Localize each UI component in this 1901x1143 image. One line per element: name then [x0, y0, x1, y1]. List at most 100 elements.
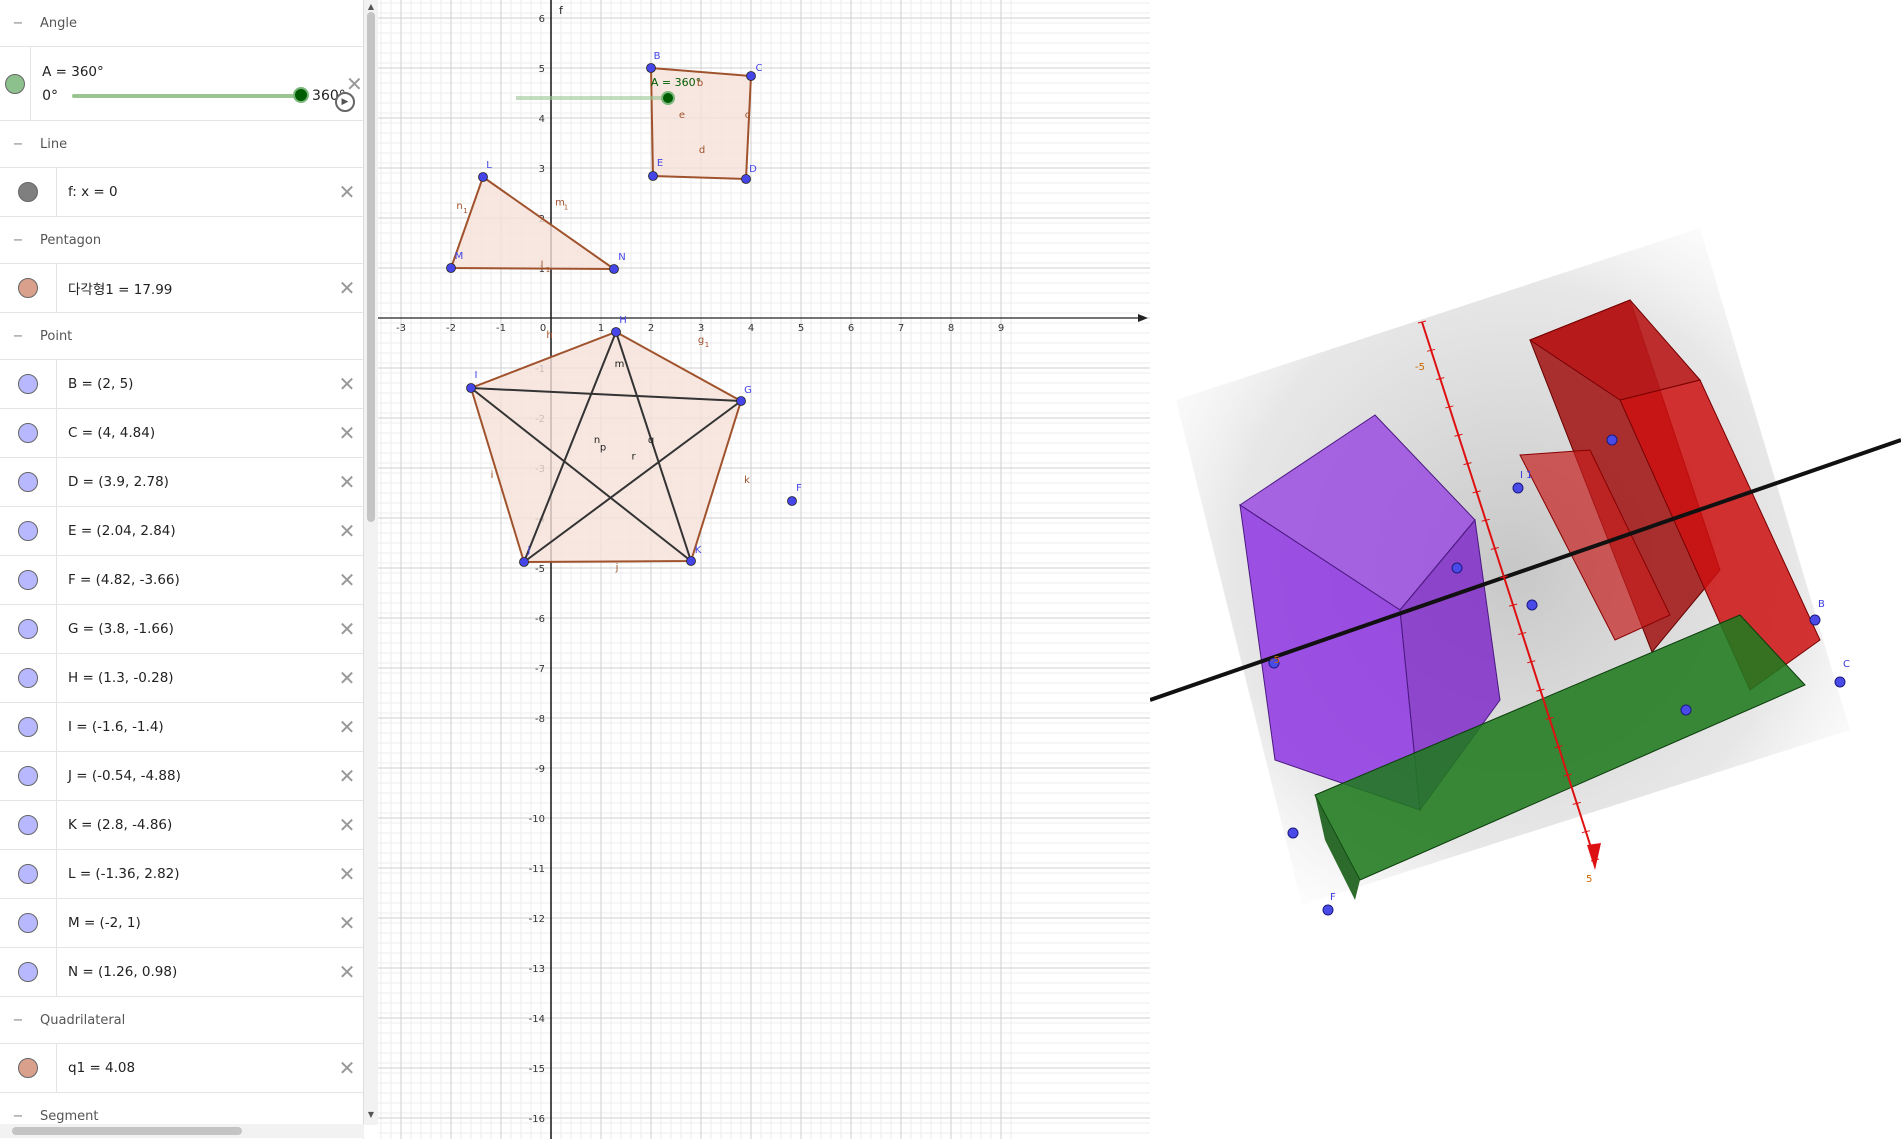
visibility-cell[interactable] — [0, 850, 57, 898]
point-L[interactable] — [478, 172, 488, 182]
algebra-item-text[interactable]: K = (2.8, -4.86) — [68, 817, 331, 833]
algebra-item[interactable]: B = (2, 5) ✕ — [0, 360, 363, 409]
delete-icon[interactable]: ✕ — [331, 1044, 363, 1092]
visibility-cell[interactable] — [0, 752, 57, 800]
angle-slider[interactable]: 0° 360° — [42, 86, 346, 104]
visibility-marble-icon[interactable] — [18, 472, 38, 492]
point-3d[interactable] — [1526, 599, 1538, 611]
point-D[interactable] — [741, 174, 751, 184]
collapse-icon[interactable]: − — [12, 1109, 24, 1124]
delete-icon[interactable]: ✕ — [331, 556, 363, 604]
visibility-marble-icon[interactable] — [18, 570, 38, 590]
visibility-cell[interactable] — [0, 605, 57, 653]
algebra-item-text[interactable]: M = (-2, 1) — [68, 915, 331, 931]
delete-icon[interactable]: ✕ — [331, 168, 363, 216]
visibility-cell[interactable] — [0, 899, 57, 947]
graphics-3d-canvas[interactable]: I 1 B C F -5 -5 5 — [1149, 0, 1901, 1139]
point-3d[interactable] — [1834, 676, 1846, 688]
delete-icon[interactable]: ✕ — [331, 850, 363, 898]
scrollbar-thumb[interactable] — [367, 12, 375, 522]
algebra-item[interactable]: N = (1.26, 0.98) ✕ — [0, 948, 363, 997]
algebra-item[interactable]: K = (2.8, -4.86) ✕ — [0, 801, 363, 850]
point-3d[interactable] — [1451, 562, 1463, 574]
point-G[interactable] — [736, 396, 746, 406]
visibility-cell[interactable] — [0, 801, 57, 849]
algebra-item[interactable]: J = (-0.54, -4.88) ✕ — [0, 752, 363, 801]
delete-icon[interactable]: ✕ — [331, 899, 363, 947]
delete-icon[interactable]: ✕ — [331, 948, 363, 996]
algebra-item[interactable]: H = (1.3, -0.28) ✕ — [0, 654, 363, 703]
delete-icon[interactable]: ✕ — [331, 264, 363, 312]
group-header-angle[interactable]: − Angle — [0, 0, 363, 47]
point-3d[interactable] — [1809, 614, 1821, 626]
algebra-item-text[interactable]: N = (1.26, 0.98) — [68, 964, 331, 980]
algebra-item-text[interactable]: L = (-1.36, 2.82) — [68, 866, 331, 882]
point-C[interactable] — [746, 71, 756, 81]
visibility-marble-icon[interactable] — [18, 962, 38, 982]
visibility-marble-icon[interactable] — [18, 1058, 38, 1078]
point-3d[interactable] — [1512, 482, 1524, 494]
algebra-item[interactable]: G = (3.8, -1.66) ✕ — [0, 605, 363, 654]
group-header-quadrilateral[interactable]: − Quadrilateral — [0, 997, 363, 1044]
algebra-item[interactable]: 다각형1 = 17.99 ✕ — [0, 264, 363, 313]
scroll-up-arrow-icon[interactable]: ▲ — [366, 2, 376, 12]
horizontal-scrollbar-thumb[interactable] — [12, 1127, 242, 1135]
visibility-marble-icon[interactable] — [18, 423, 38, 443]
algebra-item[interactable]: D = (3.9, 2.78) ✕ — [0, 458, 363, 507]
point-B[interactable] — [646, 63, 656, 73]
algebra-item-text[interactable]: E = (2.04, 2.84) — [68, 523, 331, 539]
algebra-item-text[interactable]: 다각형1 = 17.99 — [68, 278, 331, 298]
point-3d[interactable] — [1322, 904, 1334, 916]
visibility-cell[interactable] — [0, 47, 32, 120]
visibility-cell[interactable] — [0, 654, 57, 702]
algebra-item-text[interactable]: q1 = 4.08 — [68, 1060, 331, 1076]
visibility-cell[interactable] — [0, 360, 57, 408]
point-H[interactable] — [611, 327, 621, 337]
visibility-marble-icon[interactable] — [18, 521, 38, 541]
visibility-cell[interactable] — [0, 458, 57, 506]
algebra-item-text[interactable]: F = (4.82, -3.66) — [68, 572, 331, 588]
algebra-item-text[interactable]: B = (2, 5) — [68, 376, 331, 392]
algebra-horizontal-scrollbar[interactable] — [0, 1124, 364, 1138]
scroll-down-arrow-icon[interactable]: ▼ — [366, 1110, 376, 1120]
algebra-item-text[interactable]: G = (3.8, -1.66) — [68, 621, 331, 637]
visibility-cell[interactable] — [0, 556, 57, 604]
group-header-point[interactable]: − Point — [0, 313, 363, 360]
delete-icon[interactable]: ✕ — [331, 507, 363, 555]
algebra-item[interactable]: f: x = 0 ✕ — [0, 168, 363, 217]
point-K[interactable] — [686, 556, 696, 566]
group-header-line[interactable]: − Line — [0, 121, 363, 168]
point-N[interactable] — [609, 264, 619, 274]
algebra-item[interactable]: A = 360° 0° 360° ✕ ▶ — [0, 47, 363, 121]
algebra-item[interactable]: F = (4.82, -3.66) ✕ — [0, 556, 363, 605]
algebra-item[interactable]: E = (2.04, 2.84) ✕ — [0, 507, 363, 556]
visibility-marble-icon[interactable] — [5, 73, 26, 94]
algebra-item-text[interactable]: D = (3.9, 2.78) — [68, 474, 331, 490]
algebra-item[interactable]: q1 = 4.08 ✕ — [0, 1044, 363, 1093]
point-3d[interactable] — [1287, 827, 1299, 839]
visibility-cell[interactable] — [0, 507, 57, 555]
visibility-cell[interactable] — [0, 703, 57, 751]
algebra-item[interactable]: C = (4, 4.84) ✕ — [0, 409, 363, 458]
algebra-item-text[interactable]: H = (1.3, -0.28) — [68, 670, 331, 686]
algebra-item[interactable]: I = (-1.6, -1.4) ✕ — [0, 703, 363, 752]
visibility-marble-icon[interactable] — [18, 278, 38, 298]
group-header-pentagon[interactable]: − Pentagon — [0, 217, 363, 264]
visibility-cell[interactable] — [0, 264, 57, 312]
point-E[interactable] — [648, 171, 658, 181]
slider-track[interactable] — [72, 86, 310, 103]
visibility-marble-icon[interactable] — [18, 668, 38, 688]
delete-icon[interactable]: ✕ — [331, 801, 363, 849]
delete-icon[interactable]: ✕ — [331, 409, 363, 457]
visibility-marble-icon[interactable] — [18, 717, 38, 737]
graphics-canvas[interactable]: -4-3-2-10123456789654321-1-2-3-4-5-6-7-8… — [340, 0, 1150, 1143]
collapse-icon[interactable]: − — [12, 329, 24, 344]
algebra-item[interactable]: L = (-1.36, 2.82) ✕ — [0, 850, 363, 899]
visibility-marble-icon[interactable] — [18, 374, 38, 394]
collapse-icon[interactable]: − — [12, 16, 24, 31]
visibility-cell[interactable] — [0, 168, 57, 216]
visibility-marble-icon[interactable] — [18, 864, 38, 884]
visibility-marble-icon[interactable] — [18, 619, 38, 639]
visibility-marble-icon[interactable] — [18, 182, 38, 202]
graphics-view-2d[interactable]: -4-3-2-10123456789654321-1-2-3-4-5-6-7-8… — [340, 0, 1150, 1143]
